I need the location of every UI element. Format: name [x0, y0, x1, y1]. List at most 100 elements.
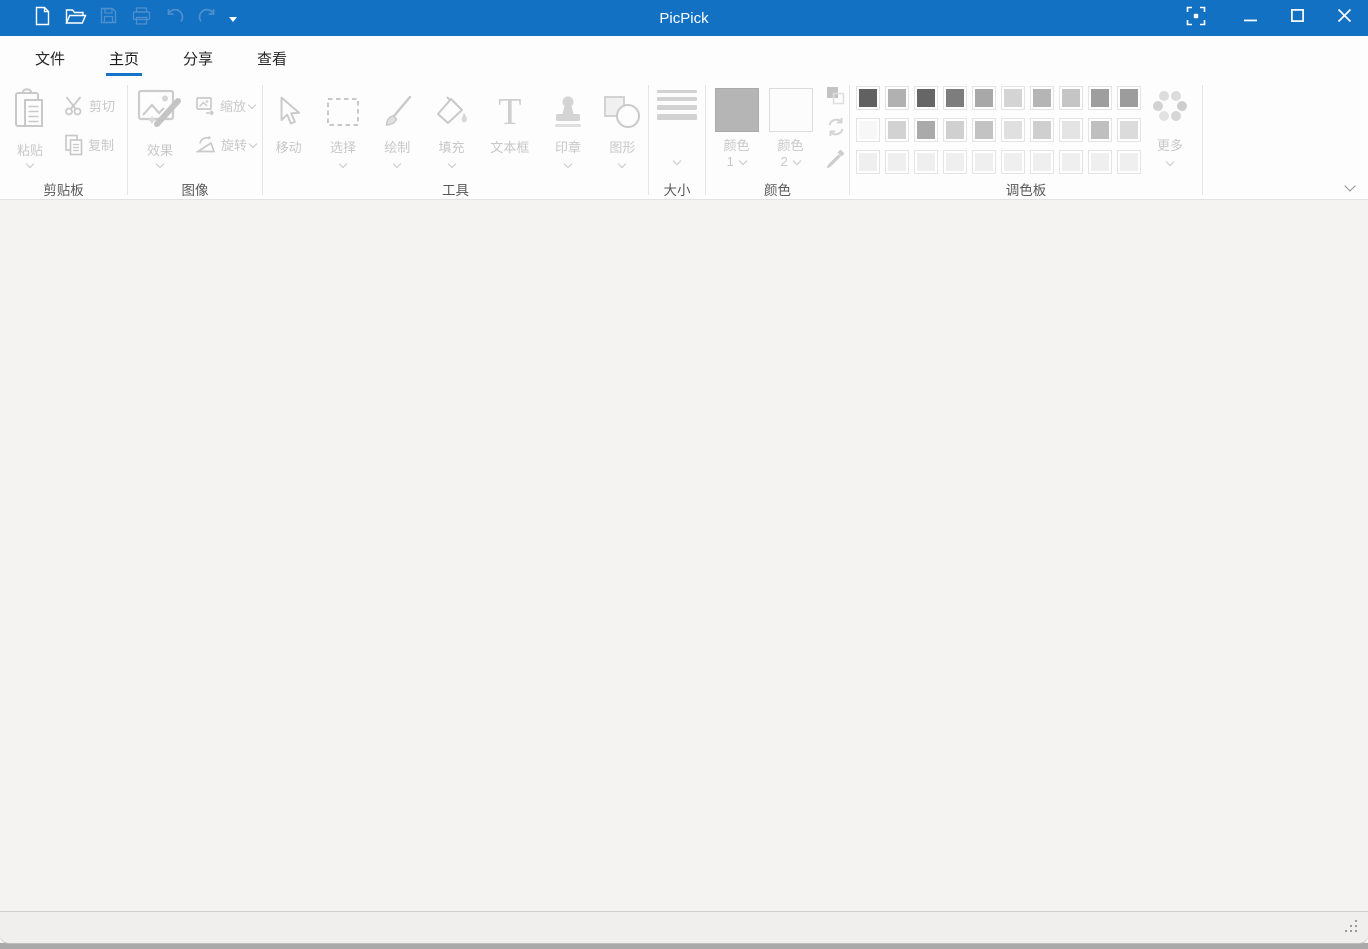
more-colors-button[interactable]: 更多: [1147, 84, 1193, 174]
close-button[interactable]: [1321, 0, 1368, 36]
palette-swatch[interactable]: [885, 150, 909, 174]
new-file-button[interactable]: [26, 0, 59, 36]
cut-button[interactable]: 剪切: [60, 88, 119, 123]
palette-swatch[interactable]: [943, 118, 967, 142]
chevron-down-icon: [739, 157, 747, 165]
palette-swatch[interactable]: [1059, 118, 1083, 142]
group-clipboard: 粘贴 剪切 复制 剪贴板: [0, 80, 127, 199]
stamp-tool-label: 印章: [555, 137, 581, 156]
palette-swatch[interactable]: [1117, 118, 1141, 142]
tab-home[interactable]: 主页: [97, 38, 151, 80]
copy-label: 复制: [88, 135, 114, 154]
quick-access-menu-button[interactable]: [224, 0, 242, 36]
ribbon: 粘贴 剪切 复制 剪贴板: [0, 80, 1368, 200]
tab-view[interactable]: 查看: [245, 38, 299, 80]
tab-file[interactable]: 文件: [23, 38, 77, 80]
palette-swatch[interactable]: [1088, 86, 1112, 110]
palette-swatch[interactable]: [1001, 150, 1025, 174]
redo-button[interactable]: [191, 0, 224, 36]
swap-colors-button[interactable]: [826, 88, 846, 108]
paste-button[interactable]: 粘贴: [4, 84, 56, 167]
window-controls: [1172, 0, 1368, 36]
palette-swatch[interactable]: [856, 118, 880, 142]
palette-swatch[interactable]: [914, 150, 938, 174]
resize-grip-icon[interactable]: [1343, 919, 1358, 939]
palette-swatch[interactable]: [914, 118, 938, 142]
open-file-button[interactable]: [59, 0, 92, 36]
draw-icon: [380, 90, 414, 134]
palette-swatch[interactable]: [856, 86, 880, 110]
save-button[interactable]: [92, 0, 125, 36]
fill-icon: [434, 90, 470, 134]
rotate-button[interactable]: 旋转: [192, 127, 260, 162]
resize-button[interactable]: 缩放: [192, 88, 260, 123]
palette-swatch[interactable]: [972, 150, 996, 174]
color1-button[interactable]: 颜色 1: [710, 84, 764, 170]
shapes-tool-button[interactable]: 图形: [597, 84, 648, 167]
textbox-tool-label: 文本框: [490, 137, 529, 156]
copy-button[interactable]: 复制: [60, 127, 119, 162]
eyedropper-button[interactable]: [826, 150, 846, 170]
palette-swatch[interactable]: [1117, 150, 1141, 174]
shapes-icon: [603, 90, 641, 134]
redo-icon: [198, 8, 217, 29]
chevron-down-icon: [793, 157, 801, 165]
palette-swatch[interactable]: [1059, 86, 1083, 110]
select-tool-button[interactable]: 选择: [317, 84, 368, 167]
chevron-down-icon: [618, 160, 626, 168]
print-button[interactable]: [125, 0, 158, 36]
palette-swatch[interactable]: [1088, 150, 1112, 174]
palette-swatch[interactable]: [943, 150, 967, 174]
palette-swatch[interactable]: [1088, 118, 1112, 142]
maximize-button[interactable]: [1274, 0, 1321, 36]
fill-tool-button[interactable]: 填充: [426, 84, 477, 167]
move-tool-label: 移动: [276, 137, 302, 156]
textbox-tool-button[interactable]: T 文本框: [480, 84, 539, 156]
palette-swatch[interactable]: [885, 118, 909, 142]
line-size-icon: [657, 90, 697, 120]
group-color-label: 颜色: [706, 177, 849, 199]
collapse-ribbon-icon: [1344, 180, 1355, 191]
caret-down-icon: [229, 9, 237, 27]
palette-swatch[interactable]: [1030, 118, 1054, 142]
palette-swatch[interactable]: [1001, 118, 1025, 142]
palette-swatch[interactable]: [972, 86, 996, 110]
minimize-button[interactable]: [1227, 0, 1274, 36]
palette-swatch[interactable]: [914, 86, 938, 110]
collapse-ribbon-button[interactable]: [1342, 180, 1358, 192]
status-area: [0, 910, 1368, 949]
minimize-icon: [1244, 9, 1257, 27]
more-colors-icon: [1150, 88, 1190, 131]
palette-swatch[interactable]: [972, 118, 996, 142]
reset-colors-button[interactable]: [826, 119, 846, 139]
palette-swatch[interactable]: [856, 150, 880, 174]
palette-swatch[interactable]: [943, 86, 967, 110]
palette-swatch[interactable]: [1059, 150, 1083, 174]
undo-button[interactable]: [158, 0, 191, 36]
screen-capture-button[interactable]: [1172, 0, 1219, 36]
effects-button[interactable]: 效果: [132, 84, 188, 167]
draw-tool-button[interactable]: 绘制: [372, 84, 423, 167]
undo-icon: [165, 8, 184, 29]
color2-label-line1: 颜色: [777, 138, 803, 153]
resize-icon: [196, 96, 216, 115]
palette-swatch[interactable]: [1117, 86, 1141, 110]
palette-swatch[interactable]: [1030, 86, 1054, 110]
group-tools-label: 工具: [263, 177, 648, 199]
maximize-icon: [1291, 9, 1304, 27]
status-bar: [0, 911, 1368, 944]
tab-share[interactable]: 分享: [171, 38, 225, 80]
line-size-button[interactable]: [650, 84, 704, 164]
move-tool-button[interactable]: 移动: [263, 84, 314, 156]
save-icon: [100, 7, 117, 29]
palette-swatch[interactable]: [885, 86, 909, 110]
editor-canvas[interactable]: [0, 200, 1368, 910]
group-tools: 移动 选择 绘制 填充: [263, 80, 648, 199]
group-palette: 更多 调色板: [850, 80, 1202, 199]
reset-colors-icon: [826, 117, 846, 142]
palette-swatch[interactable]: [1030, 150, 1054, 174]
color2-button[interactable]: 颜色 2: [764, 84, 818, 170]
stamp-tool-button[interactable]: 印章: [542, 84, 593, 167]
palette-swatch[interactable]: [1001, 86, 1025, 110]
screen-capture-icon: [1186, 6, 1206, 31]
